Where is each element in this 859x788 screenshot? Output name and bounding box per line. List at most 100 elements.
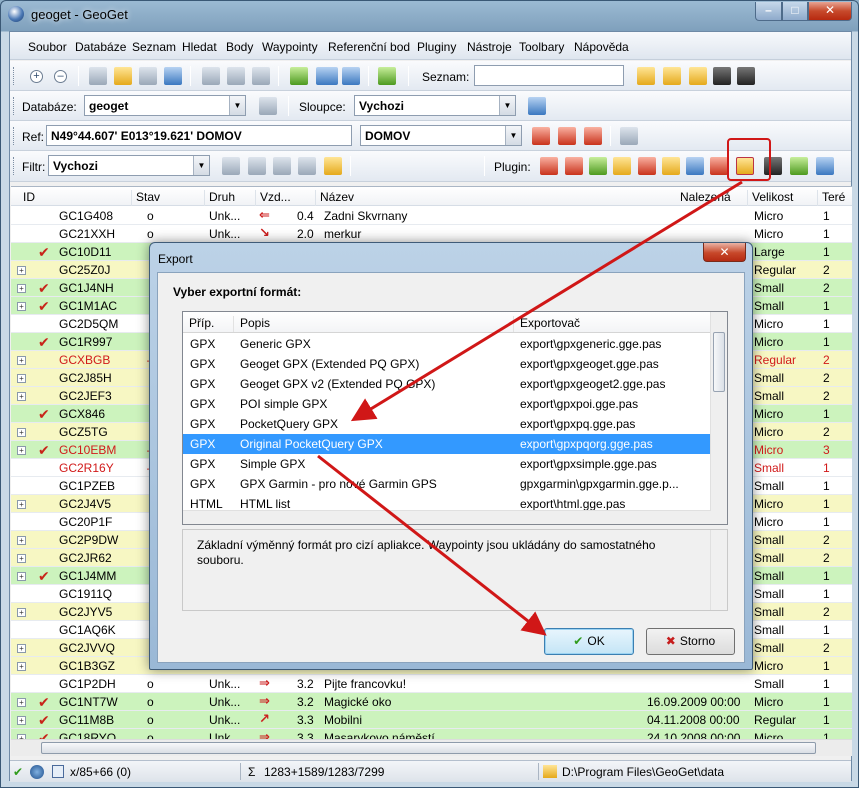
minimize-button[interactable]: – [755, 2, 782, 21]
list-remove-icon[interactable] [689, 67, 707, 85]
columns-edit-icon[interactable] [528, 97, 546, 115]
table-row[interactable]: GC1P2DH o Unk... ⇒ 3.2 Pijte francovku! Small 1 [11, 675, 852, 693]
list-vertical-scrollbar[interactable] [710, 312, 727, 524]
refresh-icon[interactable] [378, 67, 396, 85]
chevron-down-icon[interactable]: ▼ [193, 156, 209, 175]
globe-icon[interactable] [30, 765, 44, 779]
collapse-all-icon[interactable]: – [54, 70, 67, 83]
format-row[interactable]: GPX GPX Garmin - pro nové Garmin GPS gpxga… [183, 474, 711, 494]
menu-seznam[interactable]: Seznam [132, 40, 176, 54]
stats-plugin-icon[interactable] [565, 157, 583, 175]
window-icon[interactable] [316, 67, 338, 85]
check-plugin-icon[interactable] [638, 157, 656, 175]
column-druh[interactable]: Druh [204, 190, 235, 206]
scroll-thumb[interactable] [41, 742, 816, 754]
menu-referencni-bod[interactable]: Referenční bod [328, 40, 410, 54]
column-name[interactable]: Název [315, 190, 354, 206]
menu-waypointy[interactable]: Waypointy [262, 40, 318, 54]
toolbar-grip[interactable] [13, 67, 16, 85]
expand-row-icon[interactable]: + [17, 428, 26, 437]
waypoint-icon[interactable] [202, 67, 220, 85]
column-description[interactable]: Popis [233, 316, 270, 332]
table-row[interactable]: GC21XXH o Unk... ↘ 2.0 merkur Micro 1 [11, 225, 852, 243]
expand-row-icon[interactable]: + [17, 266, 26, 275]
expand-row-icon[interactable]: + [17, 572, 26, 581]
column-exporter[interactable]: Exportovač [513, 316, 580, 332]
star-plugin-icon[interactable] [662, 157, 680, 175]
waypoint-remove-icon[interactable] [252, 67, 270, 85]
seznam-input[interactable] [474, 65, 624, 86]
menu-body[interactable]: Body [226, 40, 253, 54]
poi-plugin-icon[interactable] [816, 157, 834, 175]
panel-icon[interactable] [342, 67, 360, 85]
expand-row-icon[interactable]: + [17, 392, 26, 401]
filter-remove-icon[interactable] [298, 157, 316, 175]
dialog-close-button[interactable]: ✕ [703, 243, 746, 262]
broom-icon[interactable] [324, 157, 342, 175]
database-settings-icon[interactable] [259, 97, 277, 115]
columns-select[interactable]: Vychozi ▼ [354, 95, 516, 116]
database-select[interactable]: geoget ▼ [84, 95, 246, 116]
toolbar-grip[interactable] [13, 157, 16, 175]
expand-row-icon[interactable]: + [17, 374, 26, 383]
format-row[interactable]: GPX POI simple GPX export\gpxpoi.gge.pas [183, 394, 711, 414]
text-icon[interactable] [139, 67, 157, 85]
list-horizontal-scrollbar[interactable] [183, 510, 711, 524]
expand-row-icon[interactable]: + [17, 698, 26, 707]
column-terrain[interactable]: Teré [817, 190, 845, 206]
table-row[interactable]: + ✔ GC11M8B o Unk... ↗ 3.3 Mobilni 04.11.2008 00… [11, 711, 852, 729]
close-window-button[interactable]: ✕ [808, 2, 852, 21]
waypoint-add-icon[interactable] [227, 67, 245, 85]
column-ext[interactable]: Příp. [183, 316, 214, 332]
menu-toolbary[interactable]: Toolbary [519, 40, 564, 54]
tag-icon[interactable] [114, 67, 132, 85]
chart-plugin-icon[interactable] [540, 157, 558, 175]
toolbar-grip[interactable] [13, 97, 16, 115]
column-found[interactable]: Nalezená [676, 190, 731, 206]
menu-pluginy[interactable]: Pluginy [417, 40, 456, 54]
expand-row-icon[interactable]: + [17, 446, 26, 455]
maximize-button[interactable]: □ [782, 2, 808, 21]
delete-icon[interactable] [89, 67, 107, 85]
reference-point-select[interactable]: DOMOV ▼ [360, 125, 522, 146]
description-scrollbar[interactable] [710, 530, 727, 610]
toolbar-grip[interactable] [13, 127, 16, 145]
scroll-thumb[interactable] [713, 332, 725, 392]
pin-remove-icon[interactable] [584, 127, 602, 145]
user-icon[interactable] [164, 67, 182, 85]
format-row[interactable]: GPX Geoget GPX (Extended PQ GPX) export\gp… [183, 354, 711, 374]
expand-row-icon[interactable]: + [17, 284, 26, 293]
bars-plugin-icon[interactable] [686, 157, 704, 175]
column-stav[interactable]: Stav [131, 190, 160, 206]
menu-soubor[interactable]: Soubor [28, 40, 67, 54]
grid-plugin-icon[interactable] [589, 157, 607, 175]
expand-row-icon[interactable]: + [17, 302, 26, 311]
expand-row-icon[interactable]: + [17, 716, 26, 725]
filter-add-icon[interactable] [273, 157, 291, 175]
chevron-down-icon[interactable]: ▼ [499, 96, 515, 115]
pin-add-icon[interactable] [532, 127, 550, 145]
expand-row-icon[interactable]: + [17, 554, 26, 563]
save-as-icon[interactable] [737, 67, 755, 85]
table-row[interactable]: GC1G408 o Unk... ⇐ 0.4 Zadni Skvrnany Micro 1 [11, 207, 852, 225]
expand-row-icon[interactable]: + [17, 608, 26, 617]
smiley-plugin-icon[interactable] [613, 157, 631, 175]
menu-nastroje[interactable]: Nástroje [467, 40, 512, 54]
table-row[interactable]: + ✔ GC1NT7W o Unk... ⇒ 3.2 Magické oko 16.09.200… [11, 693, 852, 711]
format-row[interactable]: GPX Original PocketQuery GPX export\gpxpqo… [183, 434, 711, 454]
list-add-icon[interactable] [663, 67, 681, 85]
column-size[interactable]: Velikost [747, 190, 793, 206]
chevron-down-icon[interactable]: ▼ [505, 126, 521, 145]
format-row[interactable]: GPX Geoget GPX v2 (Extended PQ GPX) export… [183, 374, 711, 394]
expand-all-icon[interactable]: + [30, 70, 43, 83]
ok-button[interactable]: ✔ OK [544, 628, 634, 655]
column-distance[interactable]: Vzd... [255, 190, 291, 206]
expand-row-icon[interactable]: + [17, 644, 26, 653]
expand-row-icon[interactable]: + [17, 662, 26, 671]
expand-row-icon[interactable]: + [17, 500, 26, 509]
expand-row-icon[interactable]: + [17, 536, 26, 545]
cancel-button[interactable]: ✖ Storno [646, 628, 735, 655]
format-row[interactable]: GPX Simple GPX export\gpxsimple.gge.pas [183, 454, 711, 474]
list-open-icon[interactable] [637, 67, 655, 85]
poi-export-icon[interactable] [790, 157, 808, 175]
